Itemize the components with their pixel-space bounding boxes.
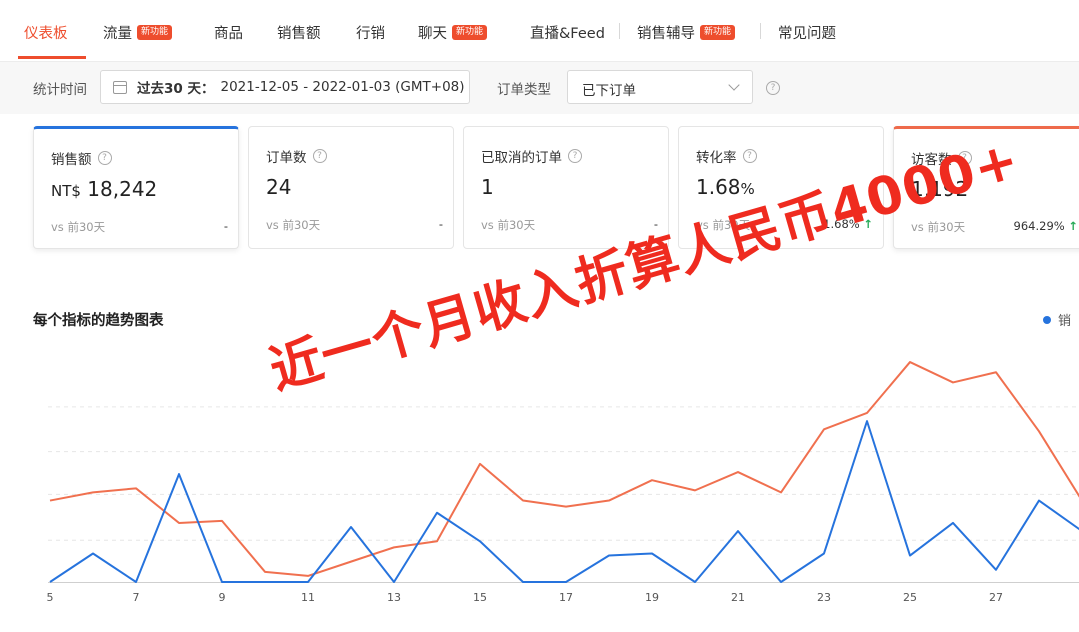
active-tab-indicator	[18, 56, 86, 59]
metric-value: 24	[266, 175, 292, 199]
x-tick-label: 7	[133, 591, 140, 604]
metric-change: 964.29% ↑	[1013, 219, 1078, 233]
x-tick-label: 27	[989, 591, 1003, 604]
help-icon[interactable]: ?	[742, 149, 757, 163]
x-tick-label: 11	[301, 591, 315, 604]
metric-title: 转化率	[696, 150, 737, 166]
new-feature-badge: 新功能	[137, 25, 173, 40]
legend-dot-icon	[1043, 315, 1051, 324]
tab-sales-coaching[interactable]: 销售辅导 新功能	[637, 22, 736, 43]
metric-value: 1	[481, 175, 494, 199]
metric-title: 销售额	[51, 152, 92, 168]
order-type-label: 订单类型	[497, 82, 551, 98]
date-range-value: 2021-12-05 - 2022-01-03 (GMT+08)	[220, 79, 465, 95]
chart-legend[interactable]: 销	[1043, 310, 1071, 329]
calendar-icon	[113, 80, 127, 94]
chevron-down-icon	[728, 79, 740, 91]
trend-chart: 5791113151719212325272	[47, 361, 1079, 604]
top-navigation: 仪表板 流量 新功能 商品 销售额 行销 聊天 新功能 直播&Feed 销售辅导 新功…	[0, 0, 1079, 62]
help-icon[interactable]: ?	[766, 81, 780, 95]
arrow-up-icon: ↑	[1068, 219, 1078, 233]
series-line-blue	[49, 420, 1079, 583]
legend-label: 销	[1058, 314, 1072, 329]
metric-title: 已取消的订单	[481, 150, 562, 166]
tab-dashboard[interactable]: 仪表板	[24, 22, 68, 43]
metric-compare-label: vs 前30天	[266, 218, 321, 232]
x-tick-label: 9	[219, 591, 226, 604]
tab-faq[interactable]: 常见问题	[778, 22, 836, 43]
metric-compare-label: vs 前30天	[911, 220, 966, 234]
x-tick-label: 17	[559, 591, 573, 604]
x-tick-label: 13	[387, 591, 401, 604]
x-tick-label: 5	[47, 591, 54, 604]
chart-title: 每个指标的趋势图表	[33, 313, 164, 329]
tab-traffic[interactable]: 流量 新功能	[103, 22, 173, 43]
x-tick-label: 25	[903, 591, 917, 604]
order-type-value: 已下订单	[582, 83, 636, 99]
x-tick-label: 21	[731, 591, 745, 604]
help-icon[interactable]: ?	[568, 149, 582, 163]
new-feature-badge: 新功能	[452, 25, 488, 40]
metric-value: NT$ 18,242	[51, 177, 158, 201]
metric-change: -	[438, 217, 443, 231]
tab-chat[interactable]: 聊天 新功能	[418, 22, 488, 43]
nav-divider	[619, 23, 620, 39]
metric-compare-label: vs 前30天	[51, 220, 106, 234]
tab-sales[interactable]: 销售额	[277, 22, 321, 43]
help-icon[interactable]: ?	[312, 149, 327, 163]
new-feature-badge: 新功能	[700, 25, 736, 40]
tab-products[interactable]: 商品	[214, 22, 243, 43]
metric-card-orders[interactable]: 订单数? 24 vs 前30天 -	[248, 126, 454, 249]
period-label: 统计时间	[33, 82, 87, 98]
nav-divider	[760, 23, 761, 39]
metric-compare-label: vs 前30天	[481, 218, 536, 232]
filter-bar: 统计时间 过去30 天： 2021-12-05 - 2022-01-03 (GM…	[0, 62, 1079, 114]
metric-card-sales[interactable]: 销售额? NT$ 18,242 vs 前30天 -	[33, 126, 239, 249]
tab-livestream-feed[interactable]: 直播&Feed	[530, 22, 605, 43]
x-tick-label: 15	[473, 591, 487, 604]
metric-title: 订单数	[266, 150, 307, 166]
date-range-picker[interactable]: 过去30 天： 2021-12-05 - 2022-01-03 (GMT+08)	[100, 70, 470, 104]
x-tick-label: 19	[645, 591, 659, 604]
help-icon[interactable]: ?	[97, 151, 112, 165]
order-type-select[interactable]: 已下订单	[567, 70, 753, 104]
metric-change: -	[223, 219, 228, 233]
date-range-label: 过去30 天：	[137, 81, 215, 97]
tab-marketing[interactable]: 行销	[356, 22, 385, 43]
x-tick-label: 23	[817, 591, 831, 604]
